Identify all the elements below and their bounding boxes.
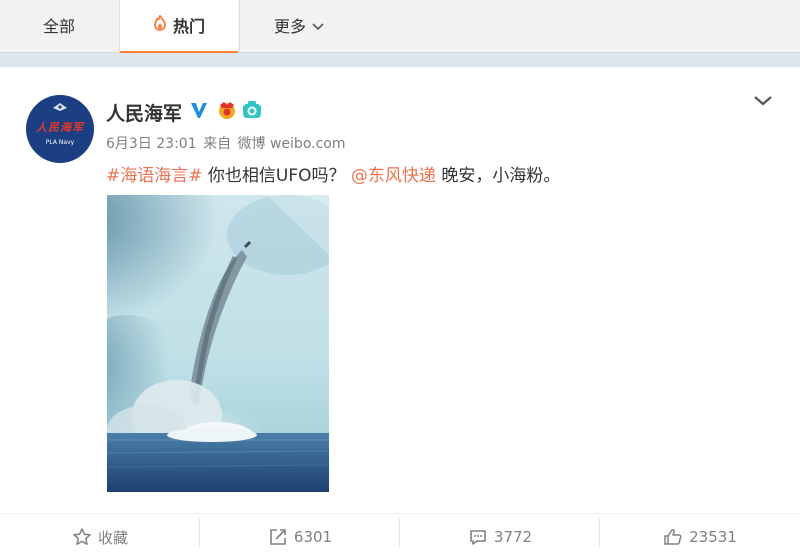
hashtag-link[interactable]: #海语海言# bbox=[106, 166, 203, 186]
camera-badge-icon[interactable] bbox=[241, 100, 263, 124]
tab-hot-label: 热门 bbox=[172, 17, 205, 36]
post-source-prefix: 来自 bbox=[203, 136, 232, 152]
favorite-label: 收藏 bbox=[97, 528, 128, 547]
thumbs-up-icon bbox=[664, 529, 682, 545]
post-author-name[interactable]: 人民海军 bbox=[106, 99, 182, 126]
like-count: 23531 bbox=[689, 528, 737, 546]
repost-button[interactable]: 6301 bbox=[200, 514, 400, 558]
post-source[interactable]: 微博 weibo.com bbox=[238, 136, 346, 152]
tab-more-label: 更多 bbox=[273, 17, 306, 36]
top-tabbar: 全部 热门 更多 bbox=[0, 0, 800, 53]
tab-all-label: 全部 bbox=[42, 17, 75, 36]
tab-all[interactable]: 全部 bbox=[0, 0, 118, 53]
post-text: #海语海言# 你也相信UFO吗？ @东风快递 晚安，小海粉。 bbox=[106, 161, 560, 186]
repost-count: 6301 bbox=[293, 528, 333, 546]
like-button[interactable]: 23531 bbox=[600, 514, 800, 558]
mention-link[interactable]: @东风快递 bbox=[351, 166, 436, 186]
comment-button[interactable]: 3772 bbox=[400, 514, 600, 558]
post-action-bar: 收藏 6301 3772 23531 bbox=[0, 513, 800, 558]
navy-emblem-icon bbox=[53, 103, 67, 111]
repost-icon bbox=[270, 529, 286, 545]
chevron-down-icon[interactable] bbox=[752, 93, 774, 109]
star-icon bbox=[73, 528, 91, 545]
flame-icon bbox=[153, 0, 167, 52]
post-text-end: 晚安，小海粉。 bbox=[435, 166, 561, 186]
favorite-button[interactable]: 收藏 bbox=[0, 514, 200, 558]
post-image[interactable] bbox=[107, 195, 329, 492]
avatar-subtext: PLA Navy bbox=[45, 139, 75, 146]
verified-icon[interactable] bbox=[189, 100, 209, 124]
comment-icon bbox=[470, 530, 486, 545]
weibo-post-card: 人民海军 PLA Navy 人民海军 6月3日 23:01 来自 微博 weib… bbox=[0, 66, 800, 558]
avatar[interactable]: 人民海军 PLA Navy bbox=[26, 95, 94, 163]
tab-hot[interactable]: 热门 bbox=[120, 0, 238, 53]
post-timestamp[interactable]: 6月3日 23:01 bbox=[106, 136, 197, 152]
avatar-brand-text: 人民海军 bbox=[36, 121, 84, 134]
tab-more[interactable]: 更多 bbox=[240, 0, 358, 53]
post-text-middle: 你也相信UFO吗？ bbox=[202, 166, 346, 186]
comment-count: 3772 bbox=[493, 528, 533, 546]
post-meta: 6月3日 23:01 来自 微博 weibo.com bbox=[106, 133, 348, 153]
member-badge-icon[interactable] bbox=[216, 100, 238, 124]
chevron-down-icon bbox=[312, 0, 324, 52]
